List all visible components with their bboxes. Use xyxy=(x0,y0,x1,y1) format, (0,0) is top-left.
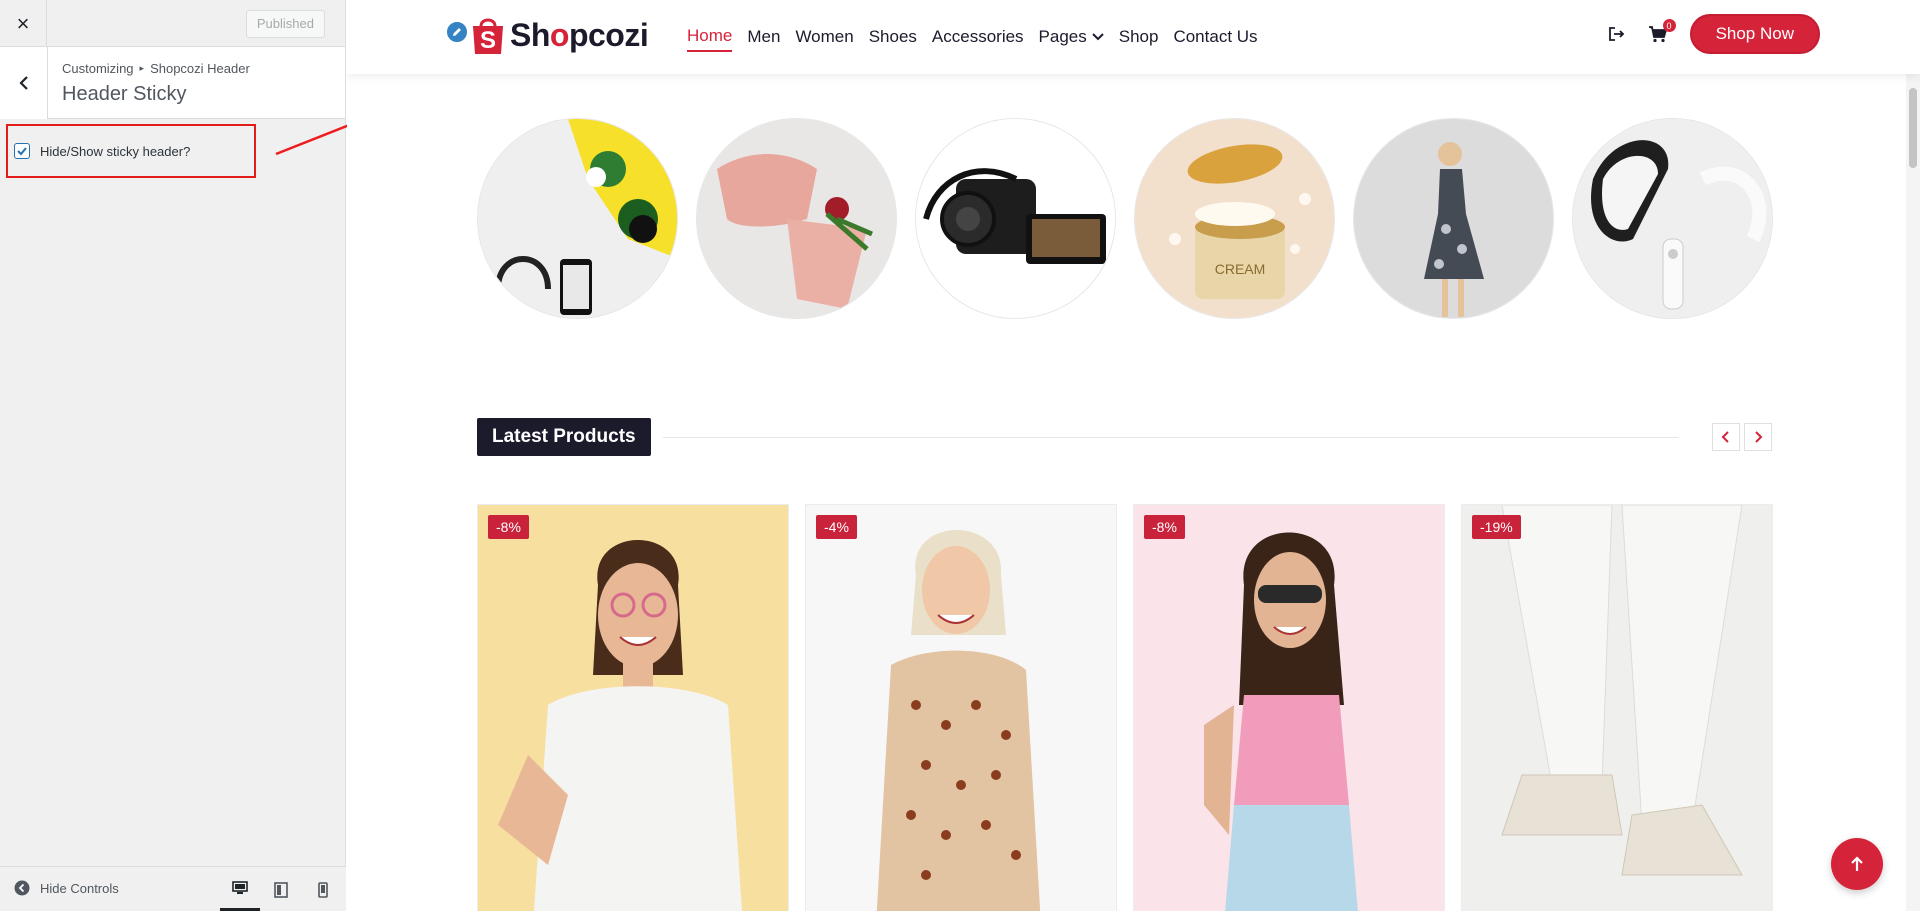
preview-scrollbar[interactable] xyxy=(1906,0,1920,911)
product-image xyxy=(1462,505,1772,911)
breadcrumb-customizing: Customizing xyxy=(62,61,134,76)
scroll-to-top-button[interactable] xyxy=(1831,838,1883,890)
tablet-icon xyxy=(274,881,288,898)
sticky-header-label: Hide/Show sticky header? xyxy=(40,143,191,159)
checkmark-icon xyxy=(17,147,27,156)
carousel-next-button[interactable] xyxy=(1744,423,1772,451)
product-card[interactable]: -4% xyxy=(805,504,1117,911)
product-card[interactable]: -8% xyxy=(477,504,789,911)
nav-women[interactable]: Women xyxy=(795,26,853,52)
arrow-up-icon xyxy=(1851,856,1863,871)
site-preview: S Shopcozi Home Men Women Shoes Accessor… xyxy=(347,0,1920,911)
site-header: S Shopcozi Home Men Women Shoes Accessor… xyxy=(347,0,1920,74)
site-logo[interactable]: S Shopcozi xyxy=(447,14,649,56)
heading-divider xyxy=(663,437,1679,438)
scrollbar-thumb[interactable] xyxy=(1909,88,1917,168)
category-carousel: CREAM xyxy=(477,118,1773,319)
shopping-bag-icon: S xyxy=(473,18,503,54)
nav-shop[interactable]: Shop xyxy=(1119,26,1159,52)
discount-badge: -8% xyxy=(488,515,529,539)
svg-text:CREAM: CREAM xyxy=(1215,261,1266,277)
lingerie-image xyxy=(697,119,896,318)
product-image xyxy=(806,505,1116,911)
section-header: Customizing ▸ Shopcozi Header Header Sti… xyxy=(0,47,345,119)
breadcrumb: Customizing ▸ Shopcozi Header xyxy=(62,61,250,76)
discount-badge: -19% xyxy=(1472,515,1521,539)
chevron-down-icon xyxy=(1092,33,1104,41)
edit-shortcut-button[interactable] xyxy=(445,20,469,44)
desktop-icon xyxy=(232,880,248,894)
accessories-image xyxy=(478,119,677,318)
category-accessories[interactable] xyxy=(477,118,678,319)
sticky-header-control: Hide/Show sticky header? xyxy=(6,124,256,178)
nav-home[interactable]: Home xyxy=(687,26,733,52)
category-gadgets[interactable] xyxy=(1572,118,1773,319)
preview-desktop-button[interactable] xyxy=(220,867,260,911)
close-customizer-button[interactable]: × xyxy=(0,0,47,47)
product-grid: -8% -4% -8% -19% xyxy=(477,504,1773,911)
pencil-icon xyxy=(453,28,461,36)
section-title: Header Sticky xyxy=(62,83,187,105)
customizer-header: × Published xyxy=(0,0,345,47)
category-dresses[interactable] xyxy=(1353,118,1554,319)
product-card[interactable]: -19% xyxy=(1461,504,1773,911)
nav-shoes[interactable]: Shoes xyxy=(869,26,917,52)
category-lingerie[interactable] xyxy=(696,118,897,319)
product-card[interactable]: -8% xyxy=(1133,504,1445,911)
cart-button[interactable]: 0 xyxy=(1648,19,1676,43)
discount-badge: -4% xyxy=(816,515,857,539)
chevron-left-icon xyxy=(18,76,28,90)
product-image xyxy=(478,505,788,911)
chevron-right-icon xyxy=(1755,431,1763,443)
nav-accessories[interactable]: Accessories xyxy=(932,26,1024,52)
svg-text:S: S xyxy=(480,27,496,54)
cart-count-badge: 0 xyxy=(1662,19,1676,32)
chevron-left-icon xyxy=(1721,431,1729,443)
sign-in-icon xyxy=(1608,27,1624,41)
nav-contact[interactable]: Contact Us xyxy=(1173,26,1257,52)
carousel-prev-button[interactable] xyxy=(1712,423,1740,451)
customizer-footer: Hide Controls xyxy=(0,866,346,911)
discount-badge: -8% xyxy=(1144,515,1185,539)
back-button[interactable] xyxy=(0,47,48,119)
main-nav: Home Men Women Shoes Accessories Pages S… xyxy=(687,26,1258,52)
publish-button[interactable]: Published xyxy=(245,10,325,38)
preview-tablet-button[interactable] xyxy=(261,867,301,911)
brand-name: Shopcozi xyxy=(510,16,649,54)
category-cosmetics[interactable]: CREAM xyxy=(1134,118,1335,319)
cream-jar-image: CREAM xyxy=(1135,119,1334,318)
product-image xyxy=(1134,505,1444,911)
nav-men[interactable]: Men xyxy=(747,26,780,52)
vr-headset-image xyxy=(1573,119,1772,318)
dress-model-image xyxy=(1354,119,1553,318)
customizer-sidebar: × Published Customizing ▸ Shopcozi Heade… xyxy=(0,0,346,911)
hide-controls-button[interactable]: Hide Controls xyxy=(14,880,119,896)
sticky-header-checkbox[interactable] xyxy=(14,143,30,159)
shop-now-button[interactable]: Shop Now xyxy=(1689,14,1820,54)
hide-controls-label: Hide Controls xyxy=(40,880,119,896)
login-button[interactable] xyxy=(1608,26,1626,42)
header-actions: 0 Shop Now xyxy=(1608,14,1820,54)
brand-accent-letter: o xyxy=(549,16,570,53)
preview-mobile-button[interactable] xyxy=(303,867,343,911)
breadcrumb-separator: ▸ xyxy=(139,63,145,73)
products-carousel-nav xyxy=(1712,423,1772,451)
camcorder-image xyxy=(916,119,1115,318)
breadcrumb-panel: Shopcozi Header xyxy=(150,61,250,76)
collapse-icon xyxy=(14,880,30,896)
brand-prefix: Sh xyxy=(510,16,550,53)
nav-pages[interactable]: Pages xyxy=(1039,26,1104,52)
category-camcorder[interactable] xyxy=(915,118,1116,319)
nav-pages-label: Pages xyxy=(1038,27,1087,46)
latest-products-heading: Latest Products xyxy=(477,418,651,456)
brand-suffix: pcozi xyxy=(568,16,649,53)
mobile-icon xyxy=(318,881,328,898)
